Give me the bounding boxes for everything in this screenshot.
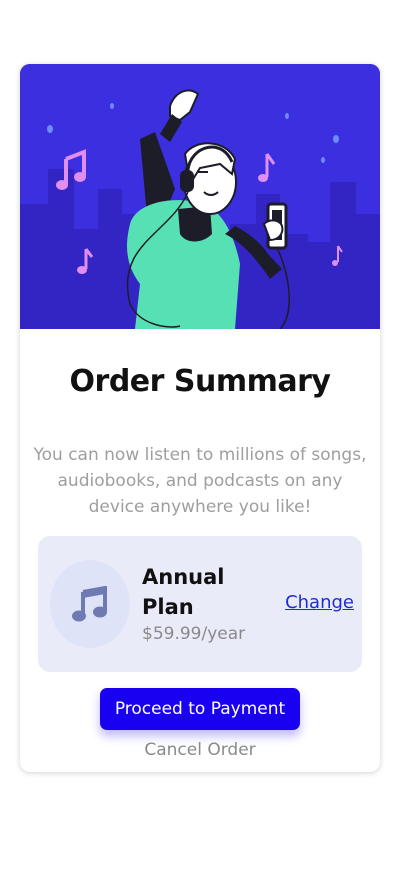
- proceed-to-payment-button[interactable]: Proceed to Payment: [100, 688, 300, 730]
- order-summary-card: Order Summary You can now listen to mill…: [20, 64, 380, 772]
- plan-price: $59.99/year: [142, 624, 246, 644]
- cancel-order-button[interactable]: Cancel Order: [20, 740, 380, 760]
- change-plan-link[interactable]: Change: [285, 592, 354, 613]
- hero-illustration: [20, 64, 380, 329]
- plan-name: Annual Plan: [142, 565, 225, 619]
- page-title: Order Summary: [69, 364, 331, 399]
- music-note-icon: [50, 560, 130, 648]
- plan-summary: Annual Plan $59.99/year Change: [38, 536, 362, 672]
- order-description: You can now listen to millions of songs,…: [33, 445, 367, 517]
